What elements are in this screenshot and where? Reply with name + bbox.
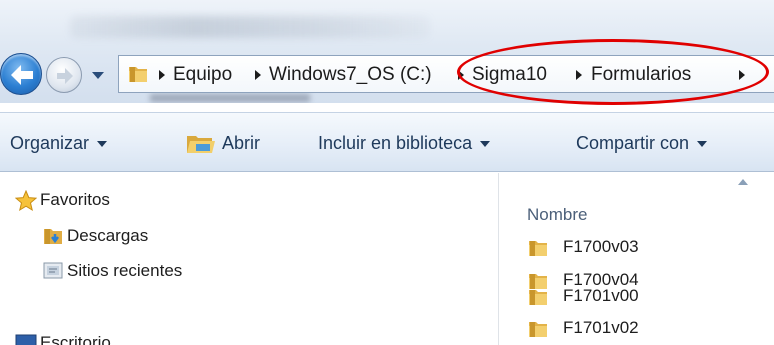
nav-item-desktop[interactable]: Escritorio: [40, 333, 111, 345]
share-with-button[interactable]: Compartir con: [576, 113, 708, 173]
recent-places-icon: [43, 262, 63, 279]
file-row[interactable]: F1701v02: [527, 316, 727, 344]
folder-icon: [529, 322, 547, 337]
command-bar: Organizar Abrir Incluir en biblioteca Co…: [0, 112, 774, 172]
breadcrumb-separator-icon: [576, 70, 582, 80]
breadcrumb-separator-icon: [159, 70, 165, 80]
desktop-icon: [15, 334, 37, 345]
breadcrumb-separator-icon: [458, 70, 464, 80]
address-bar[interactable]: Equipo Windows7_OS (C:) Sigma10 Formular…: [118, 55, 774, 93]
breadcrumb-formularios[interactable]: Formularios: [591, 56, 691, 94]
chevron-down-icon: [97, 141, 108, 148]
nav-item-favorites[interactable]: Favoritos: [40, 190, 110, 210]
chevron-down-icon: [480, 141, 491, 148]
downloads-icon: [44, 229, 62, 244]
chevron-down-icon: [697, 141, 708, 148]
breadcrumb-separator-icon: [739, 70, 745, 80]
file-list: Nombre F1700v03 F1700v04 F1701v02: [499, 173, 774, 345]
breadcrumb-windows7-os[interactable]: Windows7_OS (C:): [269, 56, 432, 94]
breadcrumb-sigma10[interactable]: Sigma10: [472, 56, 547, 94]
back-arrow-icon: [11, 65, 33, 85]
organize-label: Organizar: [10, 133, 90, 153]
blurred-strip: [150, 94, 310, 102]
breadcrumb-equipo[interactable]: Equipo: [173, 56, 232, 94]
column-header-name[interactable]: Nombre: [527, 205, 587, 225]
blurred-title-region: [70, 16, 430, 38]
sort-ascending-icon: [738, 179, 748, 185]
file-row[interactable]: F1701v00: [527, 284, 727, 312]
open-button[interactable]: Abrir: [222, 113, 260, 173]
back-button[interactable]: [0, 53, 42, 95]
share-label: Compartir con: [576, 133, 690, 153]
forward-button[interactable]: [46, 57, 82, 93]
navigation-pane: Favoritos Descargas Sitios recientes Esc…: [0, 173, 498, 345]
forward-arrow-icon: [57, 68, 73, 84]
organize-button[interactable]: Organizar: [10, 113, 108, 173]
open-label: Abrir: [222, 133, 261, 153]
nav-item-recent-places[interactable]: Sitios recientes: [67, 261, 182, 281]
include-label: Incluir en biblioteca: [318, 133, 473, 153]
nav-item-downloads[interactable]: Descargas: [67, 226, 148, 246]
folder-icon: [529, 241, 547, 256]
title-bar: Equipo Windows7_OS (C:) Sigma10 Formular…: [0, 0, 774, 103]
breadcrumb-separator-icon: [255, 70, 261, 80]
file-name: F1701v00: [563, 286, 639, 305]
folder-icon: [529, 290, 547, 305]
recent-pages-dropdown-icon[interactable]: [91, 69, 105, 81]
file-name: F1700v03: [563, 237, 639, 256]
file-row[interactable]: F1700v03: [527, 235, 727, 263]
folder-icon: [129, 67, 147, 82]
file-name: F1701v02: [563, 318, 639, 337]
open-folder-icon: [187, 136, 215, 153]
include-in-library-button[interactable]: Incluir en biblioteca: [318, 113, 491, 173]
star-icon: [15, 190, 37, 212]
